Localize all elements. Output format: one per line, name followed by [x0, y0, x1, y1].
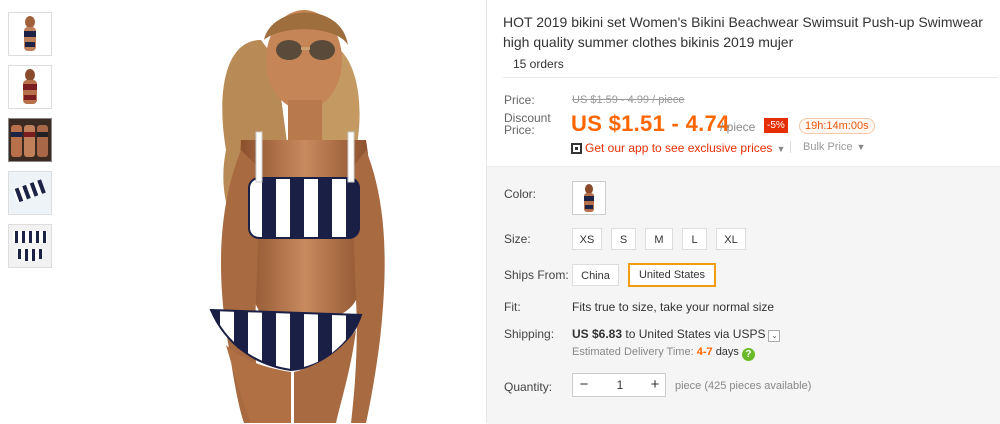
per-piece-label: / piece [720, 120, 756, 134]
separator [790, 141, 791, 153]
product-title: HOT 2019 bikini set Women's Bikini Beach… [503, 14, 983, 50]
app-promo-link[interactable]: Get our app to see exclusive prices ▼ [571, 141, 785, 155]
bulk-price-dropdown[interactable]: Bulk Price ▼ [803, 141, 865, 153]
original-price: US $1.59 - 4.99 / piece [572, 94, 685, 106]
main-product-image[interactable] [66, 0, 486, 423]
size-option-s[interactable]: S [611, 228, 636, 250]
orders-bar: 15 orders [503, 53, 998, 78]
thumbnail-2[interactable] [8, 65, 52, 109]
shipping-destination: to United States via USPS [625, 327, 766, 341]
shipping-info: US $6.83 to United States via USPS ⌄ [572, 327, 781, 342]
ships-from-united-states[interactable]: United States [628, 263, 716, 287]
decrease-quantity-button[interactable]: − [573, 374, 595, 396]
size-option-m[interactable]: M [645, 228, 673, 250]
size-option-xl[interactable]: XL [716, 228, 746, 250]
discount-price: US $1.51 - 4.74 [571, 111, 730, 136]
price-label: Price: [504, 93, 535, 107]
delivery-unit: days [715, 346, 739, 358]
thumbnail-3[interactable] [8, 118, 52, 162]
quantity-input[interactable] [597, 374, 643, 396]
shipping-cost: US $6.83 [572, 327, 623, 341]
fit-description: Fits true to size, take your normal size [572, 300, 775, 314]
shipping-dropdown-icon[interactable]: ⌄ [768, 330, 781, 342]
discount-percent-badge: -5% [764, 118, 788, 133]
bulk-price-label: Bulk Price [803, 141, 853, 153]
countdown-timer: 19h:14m:00s [799, 118, 875, 134]
color-label: Color: [504, 187, 537, 201]
quantity-available: piece (425 pieces available) [675, 380, 812, 392]
orders-count[interactable]: 15 orders [513, 57, 564, 71]
thumbnail-list [8, 12, 54, 277]
thumbnail-5[interactable] [8, 224, 52, 268]
chevron-down-icon: ▼ [776, 144, 786, 154]
fit-label: Fit: [504, 300, 521, 314]
price-block: Price: US $1.59 - 4.99 / piece Discount … [487, 84, 1000, 166]
qr-code-icon [571, 143, 582, 154]
help-icon[interactable]: ? [741, 348, 755, 361]
size-option-xs[interactable]: XS [572, 228, 602, 250]
quantity-stepper: − + [572, 373, 666, 397]
increase-quantity-button[interactable]: + [644, 374, 666, 396]
chevron-down-icon: ▼ [856, 142, 866, 152]
thumbnail-1[interactable] [8, 12, 52, 56]
delivery-info: Estimated Delivery Time: 4-7 days? [572, 346, 755, 361]
size-label: Size: [504, 232, 531, 246]
quantity-label: Quantity: [504, 380, 553, 394]
options-panel: Color: Size: XS S M L XL Ships From: Chi… [487, 166, 1000, 424]
size-option-l[interactable]: L [682, 228, 707, 250]
delivery-days: 4-7 [696, 346, 713, 358]
ships-from-china[interactable]: China [572, 264, 619, 286]
delivery-label: Estimated Delivery Time: [572, 346, 694, 358]
color-swatch[interactable] [572, 181, 606, 215]
ships-from-label: Ships From: [504, 268, 569, 282]
product-detail-panel: HOT 2019 bikini set Women's Bikini Beach… [487, 0, 1000, 424]
thumbnail-4[interactable] [8, 171, 52, 215]
shipping-label: Shipping: [504, 327, 555, 341]
app-promo-text: Get our app to see exclusive prices [585, 141, 773, 155]
discount-price-label: Discount Price: [504, 111, 551, 137]
